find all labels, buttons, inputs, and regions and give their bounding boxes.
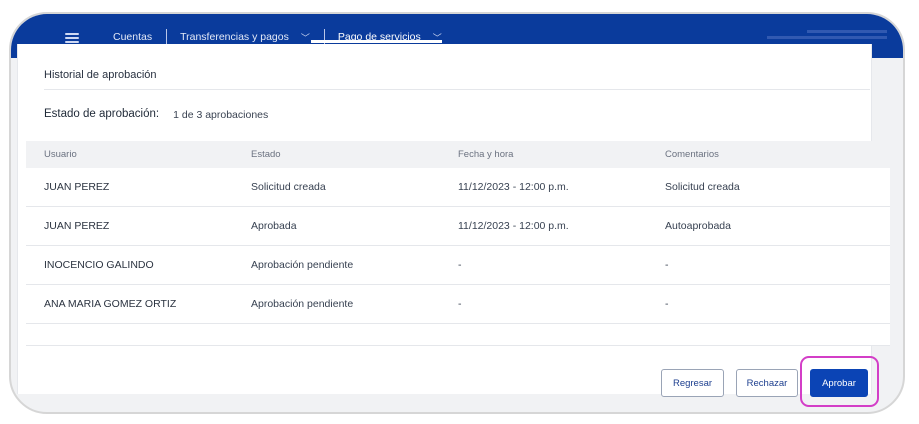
- cell-estado: Solicitud creada: [251, 181, 326, 193]
- table-row: JUAN PEREZ Aprobada 11/12/2023 - 12:00 p…: [26, 207, 890, 246]
- approval-status-value: 1 de 3 aprobaciones: [173, 109, 269, 121]
- divider: [44, 89, 870, 90]
- approve-button-highlight: [800, 356, 879, 407]
- active-tab-indicator: [311, 40, 442, 43]
- chevron-down-icon: ﹀: [300, 32, 310, 43]
- table-row: JUAN PEREZ Solicitud creada 11/12/2023 -…: [26, 168, 890, 207]
- cell-comentarios: -: [665, 298, 669, 310]
- approval-status: Estado de aprobación: 1 de 3 aprobacione…: [44, 108, 268, 121]
- cell-usuario: INOCENCIO GALINDO: [44, 259, 154, 271]
- cell-usuario: JUAN PEREZ: [44, 220, 110, 232]
- cell-fecha: -: [458, 259, 462, 271]
- cell-estado: Aprobación pendiente: [251, 298, 354, 310]
- column-header-comentarios: Comentarios: [665, 149, 719, 160]
- cell-fecha: 11/12/2023 - 12:00 p.m.: [458, 220, 569, 232]
- table-row: ANA MARIA GOMEZ ORTIZ Aprobación pendien…: [26, 285, 890, 324]
- back-button[interactable]: Regresar: [661, 369, 724, 397]
- column-header-fecha: Fecha y hora: [458, 149, 514, 160]
- cell-comentarios: -: [665, 259, 669, 271]
- cell-usuario: JUAN PEREZ: [44, 181, 110, 193]
- column-header-estado: Estado: [251, 149, 281, 160]
- cell-fecha: 11/12/2023 - 12:00 p.m.: [458, 181, 569, 193]
- cell-estado: Aprobación pendiente: [251, 259, 354, 271]
- nav-item-cuentas[interactable]: Cuentas: [99, 29, 166, 45]
- reject-button[interactable]: Rechazar: [736, 369, 798, 397]
- cell-comentarios: Solicitud creada: [665, 181, 740, 193]
- nav-item-transferencias[interactable]: Transferencias y pagos ﹀: [166, 29, 324, 45]
- approval-history-table: Usuario Estado Fecha y hora Comentarios …: [26, 141, 890, 346]
- nav-item-label: Transferencias y pagos: [180, 31, 289, 43]
- cell-fecha: -: [458, 298, 462, 310]
- table-spacer: [26, 324, 890, 346]
- hamburger-menu-icon[interactable]: [65, 32, 79, 43]
- user-info-blurred: [767, 28, 887, 39]
- column-header-usuario: Usuario: [44, 149, 77, 160]
- cell-estado: Aprobada: [251, 220, 297, 232]
- approval-status-label: Estado de aprobación:: [44, 108, 160, 120]
- cell-usuario: ANA MARIA GOMEZ ORTIZ: [44, 298, 177, 310]
- cell-comentarios: Autoaprobada: [665, 220, 731, 232]
- table-row: INOCENCIO GALINDO Aprobación pendiente -…: [26, 246, 890, 285]
- section-title: Historial de aprobación: [44, 69, 157, 81]
- nav-item-label: Cuentas: [113, 31, 153, 43]
- table-header: Usuario Estado Fecha y hora Comentarios: [26, 141, 890, 168]
